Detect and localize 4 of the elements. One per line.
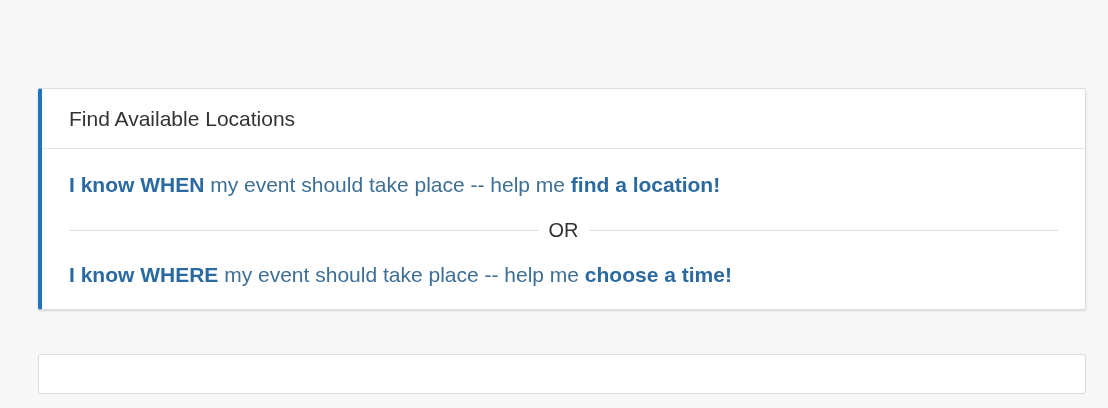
or-label: OR (548, 218, 579, 243)
option-link[interactable]: I know WHEN my event should take place -- help me find a location! (69, 171, 721, 199)
option-link[interactable]: I know WHERE my event should take place -- help me choose a time! (69, 261, 732, 289)
card-title: Find Available Locations (69, 105, 296, 132)
